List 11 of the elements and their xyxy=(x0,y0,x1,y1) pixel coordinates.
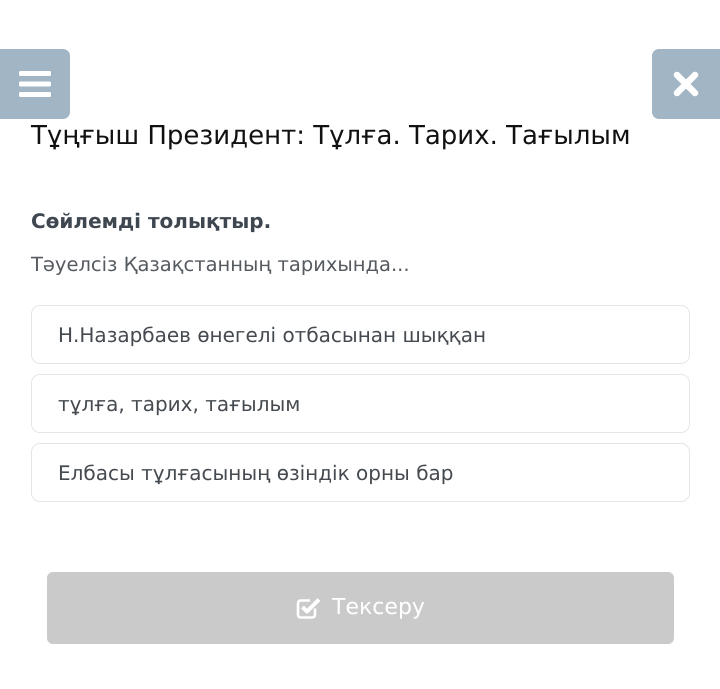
close-button[interactable] xyxy=(652,49,720,119)
answer-option[interactable]: Елбасы тұлғасының өзіндік орны бар xyxy=(31,443,690,502)
question-prompt: Тәуелсіз Қазақстанның тарихында... xyxy=(30,252,411,278)
question-instruction: Сөйлемді толықтыр. xyxy=(30,208,272,235)
checkbox-tick-icon xyxy=(296,596,322,620)
answer-option[interactable]: тұлға, тарих, тағылым xyxy=(31,374,690,433)
menu-button[interactable] xyxy=(0,49,70,119)
close-icon xyxy=(673,71,699,97)
page-title: Тұңғыш Президент: Тұлға. Тарих. Тағылым xyxy=(30,120,632,153)
answer-option[interactable]: Н.Назарбаев өнегелі отбасынан шыққан xyxy=(31,305,690,364)
menu-icon xyxy=(19,71,51,97)
